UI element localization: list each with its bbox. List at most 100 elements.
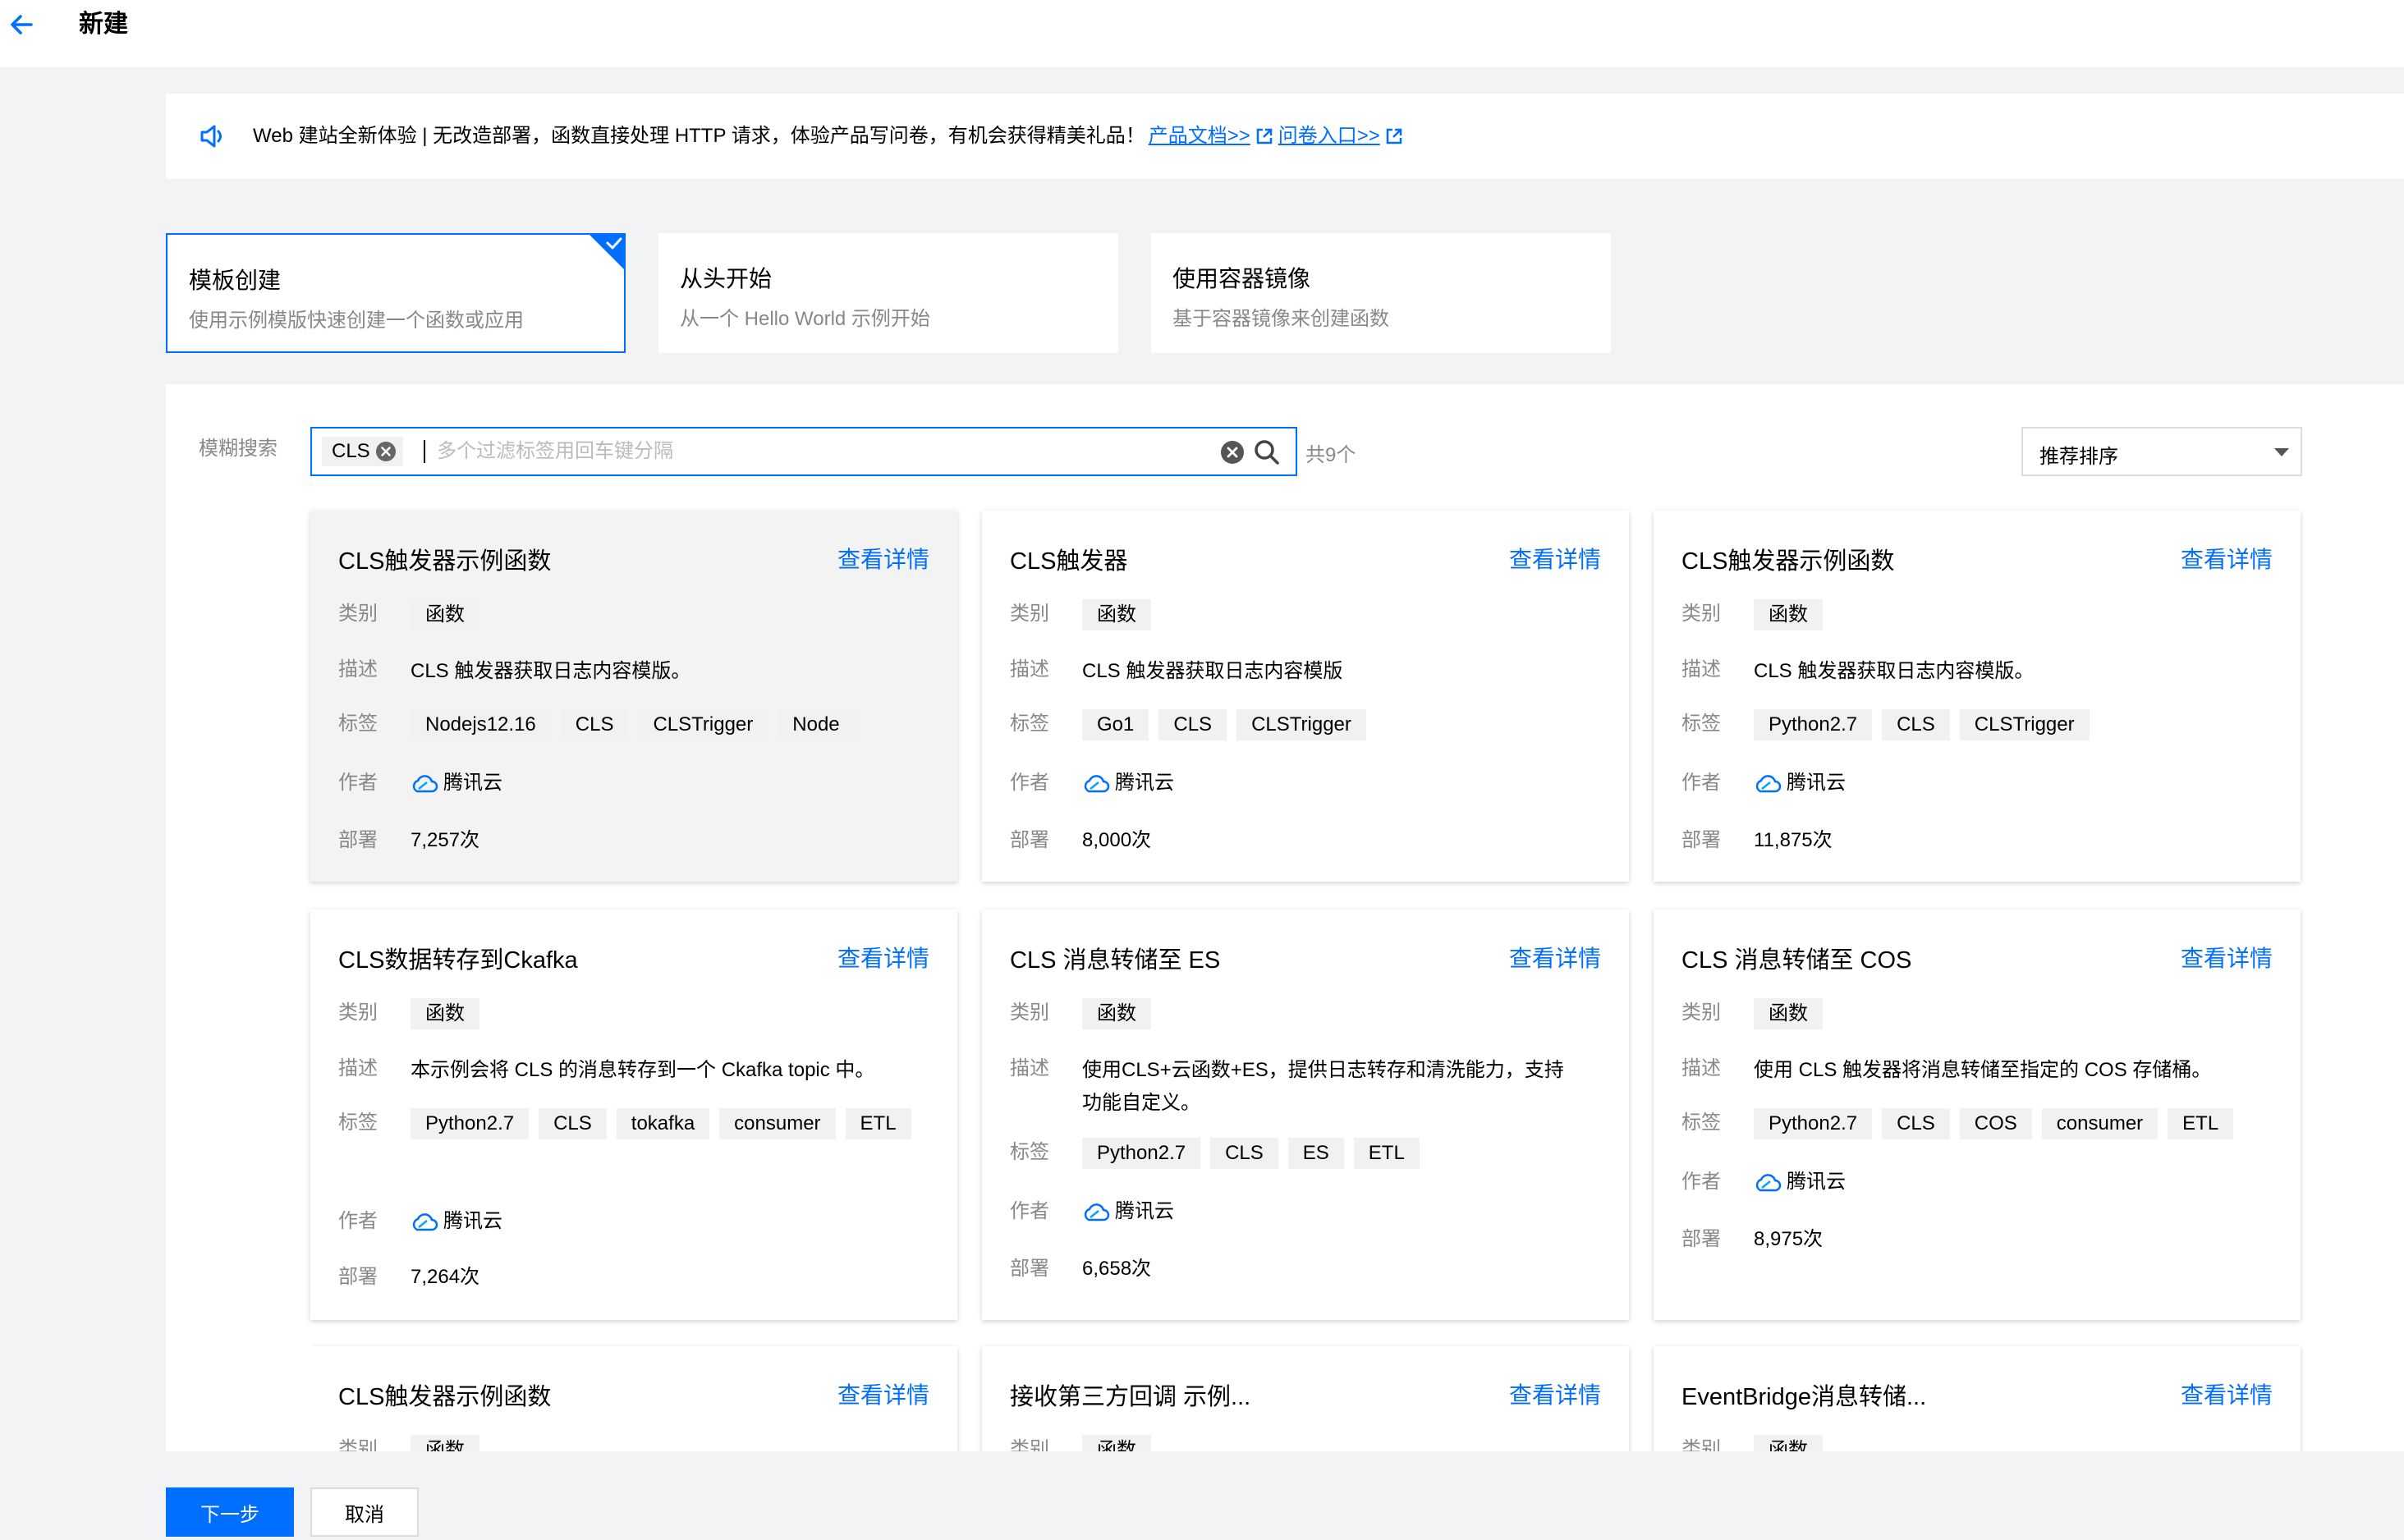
- template-card[interactable]: CLS触发器示例函数 查看详情 类别 函数 描述 CLS 触发器获取日志内容模版。 …: [310, 511, 957, 882]
- template-card[interactable]: EventBridge消息转储... 查看详情 类别 函数: [1654, 1346, 2301, 1451]
- template-card[interactable]: CLS 消息转储至 COS 查看详情 类别 函数 描述 使用 CLS 触发器将消息转…: [1654, 910, 2301, 1320]
- view-detail-link[interactable]: 查看详情: [2181, 1377, 2273, 1410]
- tag-chip: CLSTrigger: [1236, 709, 1366, 740]
- tag-chip: Python2.7: [1082, 1138, 1201, 1169]
- tag-chip: CLSTrigger: [638, 709, 768, 740]
- tag-chip: CLSTrigger: [1959, 709, 2090, 740]
- result-count: 共9个: [1305, 444, 1356, 466]
- tencent-cloud-icon: [412, 1212, 438, 1231]
- category-chip: 函数: [1754, 599, 1823, 630]
- field-label: 标签: [1681, 1111, 1721, 1134]
- view-detail-link[interactable]: 查看详情: [2181, 941, 2273, 974]
- next-step-button[interactable]: 下一步: [166, 1487, 294, 1537]
- deploy-count: 8,000次: [1082, 829, 1152, 851]
- mode-title: 使用容器镜像: [1172, 266, 1311, 291]
- view-detail-link[interactable]: 查看详情: [837, 941, 929, 974]
- card-title: CLS触发器示例函数: [1681, 548, 1895, 575]
- search-label: 模糊搜索: [199, 438, 278, 460]
- product-docs-link[interactable]: 产品文档>>: [1149, 121, 1250, 151]
- deploy-count: 7,257次: [411, 829, 480, 851]
- search-icon[interactable]: [1253, 438, 1281, 466]
- view-detail-link[interactable]: 查看详情: [1509, 1377, 1601, 1410]
- template-card[interactable]: CLS数据转存到Ckafka 查看详情 类别 函数 描述 本示例会将 CLS 的消息…: [310, 910, 957, 1320]
- sort-select[interactable]: 推荐排序: [2021, 427, 2302, 476]
- view-detail-link[interactable]: 查看详情: [1509, 542, 1601, 575]
- template-card[interactable]: CLS触发器示例函数 查看详情 类别 函数: [310, 1346, 957, 1451]
- notice-banner: Web 建站全新体验 | 无改造部署，函数直接处理 HTTP 请求，体验产品写问…: [166, 94, 2404, 179]
- speaker-icon: [200, 125, 222, 148]
- cancel-button[interactable]: 取消: [310, 1487, 419, 1537]
- tag-chip: consumer: [719, 1108, 836, 1139]
- card-title: EventBridge消息转储...: [1681, 1384, 1927, 1410]
- search-box[interactable]: CLS: [310, 427, 1297, 476]
- field-label: 类别: [1010, 603, 1049, 625]
- mode-desc: 基于容器镜像来创建函数: [1172, 308, 1389, 330]
- author-name: 腾讯云: [443, 772, 502, 794]
- tencent-cloud-icon: [1755, 1173, 1782, 1191]
- field-label: 描述: [1010, 658, 1049, 681]
- author-name: 腾讯云: [1115, 772, 1174, 794]
- filter-chip: CLS: [322, 437, 403, 466]
- view-detail-link[interactable]: 查看详情: [2181, 542, 2273, 575]
- author-name: 腾讯云: [1115, 1200, 1174, 1222]
- field-label: 标签: [1010, 713, 1049, 735]
- tag-chip: CLS: [1882, 709, 1950, 740]
- card-description: CLS 触发器获取日志内容模版。: [1754, 660, 2035, 682]
- tag-chip: Python2.7: [1754, 709, 1873, 740]
- mode-card-scratch[interactable]: 从头开始 从一个 Hello World 示例开始: [658, 233, 1118, 353]
- external-link-icon[interactable]: [1385, 127, 1403, 145]
- external-link-icon[interactable]: [1255, 127, 1273, 145]
- field-label: 部署: [338, 1266, 378, 1288]
- mode-card-template[interactable]: 模板创建 使用示例模版快速创建一个函数或应用: [166, 233, 626, 353]
- tencent-cloud-icon: [1755, 774, 1782, 792]
- template-card[interactable]: CLS 消息转储至 ES 查看详情 类别 函数 描述 使用CLS+云函数+ES，提供…: [982, 910, 1629, 1320]
- mode-card-container-image[interactable]: 使用容器镜像 基于容器镜像来创建函数: [1151, 233, 1611, 353]
- template-card[interactable]: 接收第三方回调 示例... 查看详情 类别 函数: [982, 1346, 1629, 1451]
- author-name: 腾讯云: [1787, 772, 1846, 794]
- field-label: 作者: [1010, 772, 1049, 794]
- field-label: 类别: [338, 603, 378, 625]
- field-label: 标签: [338, 1111, 378, 1134]
- clear-search-icon[interactable]: [1220, 440, 1245, 465]
- tag-chip: CLS: [560, 709, 629, 740]
- footer-bar: 下一步 取消: [0, 1451, 2404, 1540]
- tag-chip: CLS: [1210, 1138, 1278, 1169]
- page-title: 新建: [79, 11, 128, 38]
- view-detail-link[interactable]: 查看详情: [1509, 941, 1601, 974]
- deploy-count: 7,264次: [411, 1266, 480, 1288]
- view-detail-link[interactable]: 查看详情: [837, 1377, 929, 1410]
- view-detail-link[interactable]: 查看详情: [837, 542, 929, 575]
- top-bar: 新建: [0, 0, 2404, 67]
- field-label: 部署: [1681, 829, 1721, 851]
- field-label: 类别: [338, 1001, 378, 1024]
- template-card[interactable]: CLS触发器示例函数 查看详情 类别 函数 描述 CLS 触发器获取日志内容模版。 …: [1654, 511, 2301, 882]
- tag-chip: Node: [778, 709, 855, 740]
- template-card[interactable]: CLS触发器 查看详情 类别 函数 描述 CLS 触发器获取日志内容模版 标签 Go…: [982, 511, 1629, 882]
- card-description: 使用 CLS 触发器将消息转储至指定的 COS 存储桶。: [1754, 1059, 2212, 1081]
- tag-chip: Python2.7: [1754, 1108, 1873, 1139]
- mode-desc: 使用示例模版快速创建一个函数或应用: [189, 309, 524, 332]
- survey-link[interactable]: 问卷入口>>: [1278, 121, 1380, 151]
- author-name: 腾讯云: [443, 1210, 502, 1232]
- field-label: 描述: [338, 1057, 378, 1079]
- category-chip: 函数: [1082, 1435, 1151, 1451]
- field-label: 描述: [1681, 1057, 1721, 1079]
- tag-chip: COS: [1959, 1108, 2032, 1139]
- tencent-cloud-icon: [412, 774, 438, 792]
- card-title: CLS 消息转储至 ES: [1010, 947, 1221, 974]
- back-arrow-icon[interactable]: [7, 10, 36, 39]
- tag-chip: ES: [1287, 1138, 1344, 1169]
- category-chip: 函数: [411, 599, 479, 630]
- chip-remove-icon[interactable]: [375, 441, 397, 462]
- search-input[interactable]: [435, 435, 1092, 468]
- mode-title: 模板创建: [189, 268, 282, 293]
- tag-chip: ETL: [2168, 1108, 2234, 1139]
- tag-chip: consumer: [2041, 1108, 2159, 1139]
- field-label: 作者: [1681, 1171, 1721, 1193]
- deploy-count: 8,975次: [1754, 1228, 1824, 1250]
- card-title: CLS触发器: [1010, 548, 1128, 575]
- field-label: 部署: [1010, 1258, 1049, 1280]
- field-label: 类别: [1681, 603, 1721, 625]
- tag-chip: ETL: [845, 1108, 911, 1139]
- field-label: 部署: [1010, 829, 1049, 851]
